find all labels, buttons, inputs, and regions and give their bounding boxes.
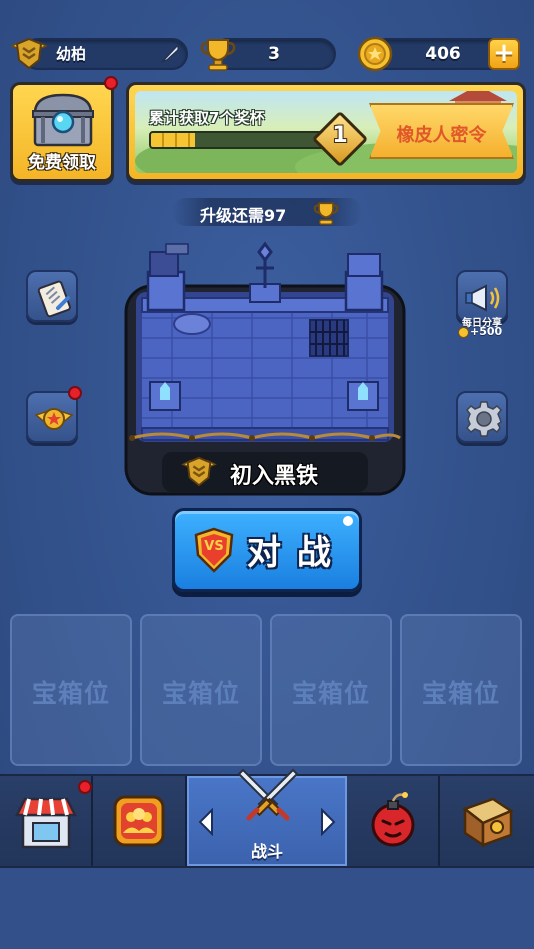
nav-book[interactable]	[440, 776, 534, 866]
pass-task-text: 累计获取7个奖杯	[149, 109, 265, 127]
winged-medal-icon	[34, 408, 74, 430]
player-name: 幼柏	[56, 45, 87, 63]
share-reward-amount: +500	[470, 325, 503, 338]
share-reward-coin-icon	[458, 327, 469, 338]
pass-progress-fill	[151, 133, 195, 147]
chest-slot-1[interactable]: 宝箱位	[10, 614, 132, 766]
pass-progress-bar	[149, 131, 327, 149]
vs-label: VS	[204, 539, 224, 554]
battle-button-shine	[343, 516, 353, 526]
chest-slot-label: 宝箱位	[161, 679, 240, 708]
nav-battle-label: 战斗	[250, 842, 283, 861]
coin-icon	[356, 35, 394, 77]
coin-count: 406	[425, 44, 461, 64]
chest-slot-label: 宝箱位	[291, 679, 370, 708]
free-chest-notification-dot	[104, 76, 118, 90]
edit-quill-icon[interactable]	[158, 42, 182, 70]
free-chest-button[interactable]: 免费领取	[10, 82, 114, 182]
upgrade-requirement: 升级还需97	[172, 198, 362, 226]
pass-name-label: 橡皮人密令	[396, 125, 487, 146]
chest-slot-2[interactable]: 宝箱位	[140, 614, 262, 766]
chest-slot-label: 宝箱位	[421, 679, 500, 708]
settings-button[interactable]	[456, 391, 508, 443]
game-lobby-screen: 幼柏 3 406 + 免费领取 累计获取7个奖杯 1 橡皮人密令 升级还需97 …	[0, 0, 534, 949]
arena-rank-shield-icon	[180, 455, 218, 493]
rank-shield-icon	[10, 36, 48, 76]
pass-name-ribbon[interactable]: 橡皮人密令	[369, 103, 514, 159]
nav-team[interactable]	[93, 776, 187, 866]
arena-platform: 初入黑铁	[122, 238, 408, 496]
bomb-icon	[371, 792, 414, 847]
upgrade-trophy-icon	[312, 199, 340, 231]
team-icon	[113, 795, 165, 847]
rank-rewards-notification-dot	[68, 386, 82, 400]
add-coins-button[interactable]: +	[488, 38, 520, 70]
chest-slot-4[interactable]: 宝箱位	[400, 614, 522, 766]
arena-rank-plate: 初入黑铁	[162, 452, 368, 492]
nav-battle-tab[interactable]: 战斗	[187, 768, 347, 866]
shop-icon	[14, 797, 77, 849]
gear-icon	[466, 401, 502, 437]
spellbook-icon	[462, 797, 514, 848]
nav-left-arrow-icon[interactable]	[197, 807, 215, 840]
chest-slot-3[interactable]: 宝箱位	[270, 614, 392, 766]
checklist-icon	[37, 280, 71, 318]
pass-banner[interactable]: 累计获取7个奖杯 1 橡皮人密令	[126, 82, 526, 182]
shop-notification-dot	[78, 780, 92, 794]
trophy-icon	[198, 34, 238, 78]
arena-rank-name: 初入黑铁	[230, 464, 319, 489]
battle-label: 对 战	[247, 533, 333, 573]
vs-shield-icon: VS	[193, 527, 235, 577]
megaphone-icon	[465, 284, 500, 312]
free-chest-label: 免费领取	[28, 153, 96, 173]
battle-button[interactable]: VS 对 战	[172, 508, 362, 592]
nav-bomb[interactable]	[347, 776, 440, 866]
upgrade-requirement-text: 升级还需97	[200, 206, 287, 225]
nav-right-arrow-icon[interactable]	[319, 807, 337, 840]
task-list-button[interactable]	[26, 270, 78, 322]
chest-slot-label: 宝箱位	[31, 679, 110, 708]
treasure-chest-icon	[27, 89, 99, 155]
bottom-filler	[0, 868, 534, 949]
pass-level-number: 1	[332, 123, 348, 148]
crossed-swords-icon	[235, 764, 301, 834]
